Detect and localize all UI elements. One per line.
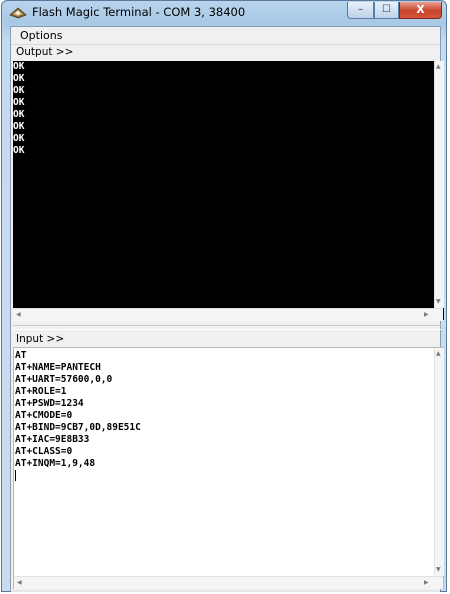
- maximize-icon: ☐: [382, 4, 391, 15]
- input-text: AT AT+NAME=PANTECH AT+UART=57600,0,0 AT+…: [15, 350, 141, 469]
- menu-options[interactable]: Options: [20, 29, 62, 42]
- output-horizontal-scrollbar[interactable]: ◀ ▶: [13, 308, 443, 321]
- menu-bar: Options: [11, 27, 440, 45]
- input-label: Input >>: [16, 333, 65, 345]
- pane-splitter[interactable]: [13, 325, 441, 330]
- window-title: Flash Magic Terminal - COM 3, 38400: [32, 5, 246, 19]
- title-bar[interactable]: Flash Magic Terminal - COM 3, 38400 – ☐ …: [2, 1, 446, 25]
- scroll-down-icon[interactable]: ▼: [436, 299, 441, 305]
- minimize-icon: –: [358, 4, 363, 15]
- scroll-left-icon[interactable]: ◀: [17, 580, 22, 586]
- scroll-left-icon[interactable]: ◀: [16, 312, 21, 318]
- scroll-down-icon[interactable]: ▼: [436, 567, 441, 573]
- scroll-up-icon[interactable]: ▲: [436, 351, 441, 357]
- terminal-window: Flash Magic Terminal - COM 3, 38400 – ☐ …: [1, 0, 447, 592]
- input-vertical-scrollbar[interactable]: ▲ ▼: [434, 348, 444, 576]
- input-pane[interactable]: AT AT+NAME=PANTECH AT+UART=57600,0,0 AT+…: [13, 347, 444, 589]
- input-horizontal-scrollbar[interactable]: ◀ ▶: [14, 576, 443, 589]
- status-bar: [11, 590, 440, 592]
- close-icon: X: [416, 3, 425, 16]
- output-vertical-scrollbar[interactable]: ▲ ▼: [434, 61, 444, 308]
- terminal-app-icon: [9, 5, 27, 19]
- scroll-up-icon[interactable]: ▲: [436, 64, 441, 70]
- output-text: OK OK OK OK OK OK OK OK: [13, 61, 25, 156]
- scroll-right-icon[interactable]: ▶: [424, 312, 429, 318]
- output-pane[interactable]: OK OK OK OK OK OK OK OK: [13, 61, 444, 320]
- close-button[interactable]: X: [399, 2, 442, 19]
- output-label: Output >>: [16, 46, 74, 58]
- maximize-button[interactable]: ☐: [374, 2, 399, 19]
- text-caret: [15, 470, 16, 481]
- client-area: Options Output >> OK OK OK OK OK OK OK O…: [10, 26, 444, 592]
- scroll-right-icon[interactable]: ▶: [424, 580, 429, 586]
- minimize-button[interactable]: –: [347, 2, 374, 19]
